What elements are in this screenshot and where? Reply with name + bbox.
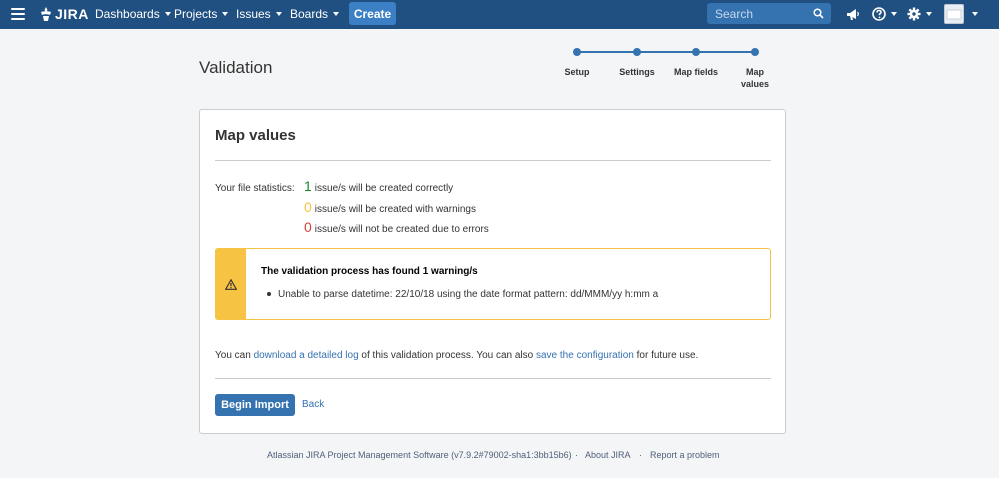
settings-menu[interactable] — [907, 6, 932, 22]
nav-dashboards[interactable]: Dashboards — [95, 7, 171, 21]
progress-step-map-fields: Map fields — [673, 67, 718, 77]
progress-step-setup: Setup — [564, 67, 590, 77]
page-title: Validation — [199, 58, 273, 77]
begin-import-button[interactable]: Begin Import — [215, 394, 295, 416]
log-text-middle: of this validation process. You can also — [358, 350, 536, 361]
progress-line — [577, 51, 755, 53]
chevron-down-icon — [891, 12, 897, 16]
menu-icon[interactable] — [11, 8, 25, 20]
chevron-down-icon — [333, 12, 340, 16]
log-text-prefix: You can — [215, 350, 254, 361]
stat-created-with-warnings: 0 issue/s will be created with warnings — [304, 199, 476, 215]
nav-boards[interactable]: Boards — [290, 7, 340, 21]
search-icon[interactable] — [813, 8, 824, 19]
progress-step-dot — [573, 48, 581, 56]
bullet-icon — [267, 292, 271, 296]
avatar[interactable] — [944, 4, 964, 24]
footer-report-link[interactable]: Report a problem — [650, 450, 720, 460]
jira-logo[interactable]: JIRA — [40, 6, 89, 22]
warning-message: The validation process has found 1 warni… — [215, 248, 771, 320]
warning-icon — [225, 279, 237, 290]
avatar-chevron-down-icon[interactable] — [972, 12, 978, 16]
nav-projects-label: Projects — [174, 7, 218, 21]
nav-issues[interactable]: Issues — [236, 7, 282, 21]
save-configuration-link[interactable]: save the configuration — [536, 350, 634, 361]
stat-not-created-errors: 0 issue/s will not be created due to err… — [304, 219, 489, 235]
progress-step-dot — [633, 48, 641, 56]
back-link[interactable]: Back — [302, 399, 324, 410]
footer-version: Atlassian JIRA Project Management Softwa… — [267, 450, 572, 460]
stat-count: 1 — [304, 178, 312, 194]
map-values-panel: Map values Your file statistics: 1 issue… — [199, 109, 786, 434]
warning-sidebar — [216, 249, 246, 319]
progress-step-map-values: Map values — [740, 67, 770, 89]
footer-separator: · — [639, 450, 642, 460]
chevron-down-icon — [926, 12, 932, 16]
nav-boards-label: Boards — [290, 7, 329, 21]
user-avatar-icon — [946, 9, 962, 20]
divider — [215, 160, 771, 161]
stat-text: issue/s will be created with warnings — [314, 204, 476, 215]
log-text-suffix: for future use. — [633, 350, 699, 361]
stat-count: 0 — [304, 199, 312, 215]
progress-step-dot — [692, 48, 700, 56]
help-icon — [872, 7, 886, 21]
warning-item: Unable to parse datetime: 22/10/18 using… — [278, 289, 659, 300]
chevron-down-icon — [164, 12, 171, 16]
top-navigation-bar: JIRA Dashboards Projects Issues Boards C… — [0, 0, 999, 29]
stat-created-correctly: 1 issue/s will be created correctly — [304, 178, 453, 194]
search-input[interactable] — [707, 3, 807, 24]
create-button[interactable]: Create — [349, 2, 396, 25]
footer-separator: · — [575, 450, 578, 460]
gear-icon — [907, 7, 921, 21]
stat-text: issue/s will not be created due to error… — [314, 224, 489, 235]
help-menu[interactable] — [872, 6, 897, 22]
logo-text: JIRA — [55, 6, 89, 22]
nav-projects[interactable]: Projects — [174, 7, 229, 21]
divider — [215, 378, 771, 379]
search-box — [707, 3, 831, 24]
stat-text: issue/s will be created correctly — [314, 183, 454, 194]
warning-title: The validation process has found 1 warni… — [261, 266, 478, 277]
notifications-megaphone-icon[interactable] — [846, 6, 860, 22]
chevron-down-icon — [275, 12, 282, 16]
nav-dashboards-label: Dashboards — [95, 7, 160, 21]
chevron-down-icon — [222, 12, 229, 16]
nav-issues-label: Issues — [236, 7, 271, 21]
progress-step-dot-current — [751, 48, 759, 56]
log-paragraph: You can download a detailed log of this … — [215, 350, 698, 361]
download-log-link[interactable]: download a detailed log — [254, 350, 359, 361]
progress-step-settings: Settings — [619, 67, 655, 77]
footer-about-link[interactable]: About JIRA — [585, 450, 631, 460]
panel-title: Map values — [215, 127, 296, 144]
jira-logo-icon — [41, 7, 51, 21]
stat-count: 0 — [304, 219, 312, 235]
file-statistics-label: Your file statistics: — [215, 183, 295, 194]
